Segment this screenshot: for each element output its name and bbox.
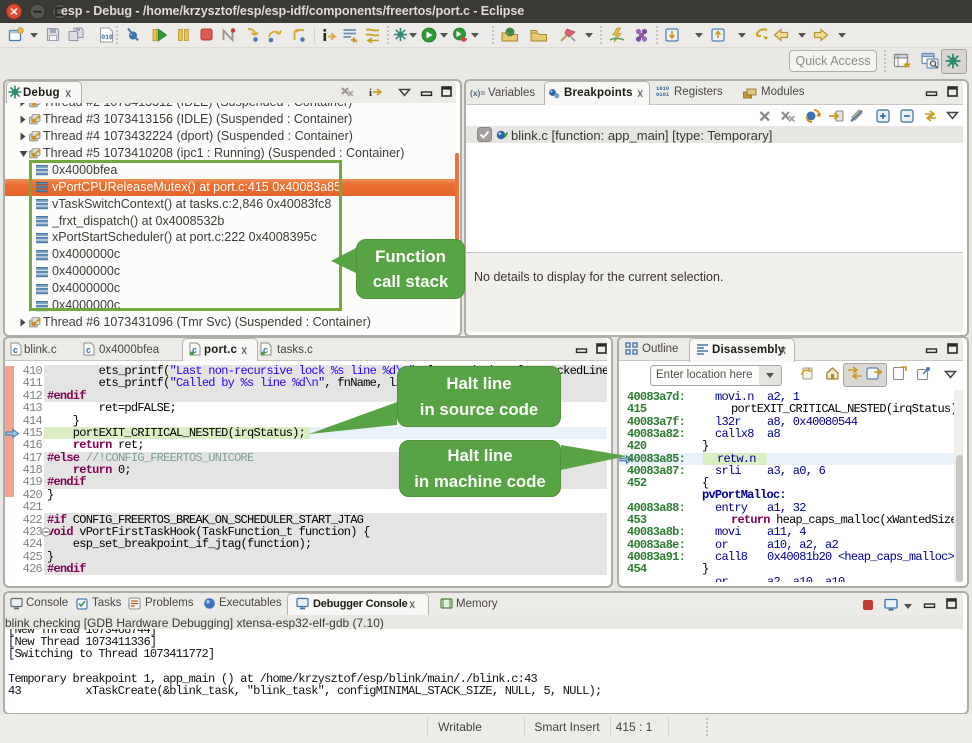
svg-text:010: 010 [101, 34, 113, 41]
svg-text:i: i [369, 87, 372, 99]
svg-text:c: c [86, 345, 91, 355]
svg-text:c: c [13, 345, 18, 355]
